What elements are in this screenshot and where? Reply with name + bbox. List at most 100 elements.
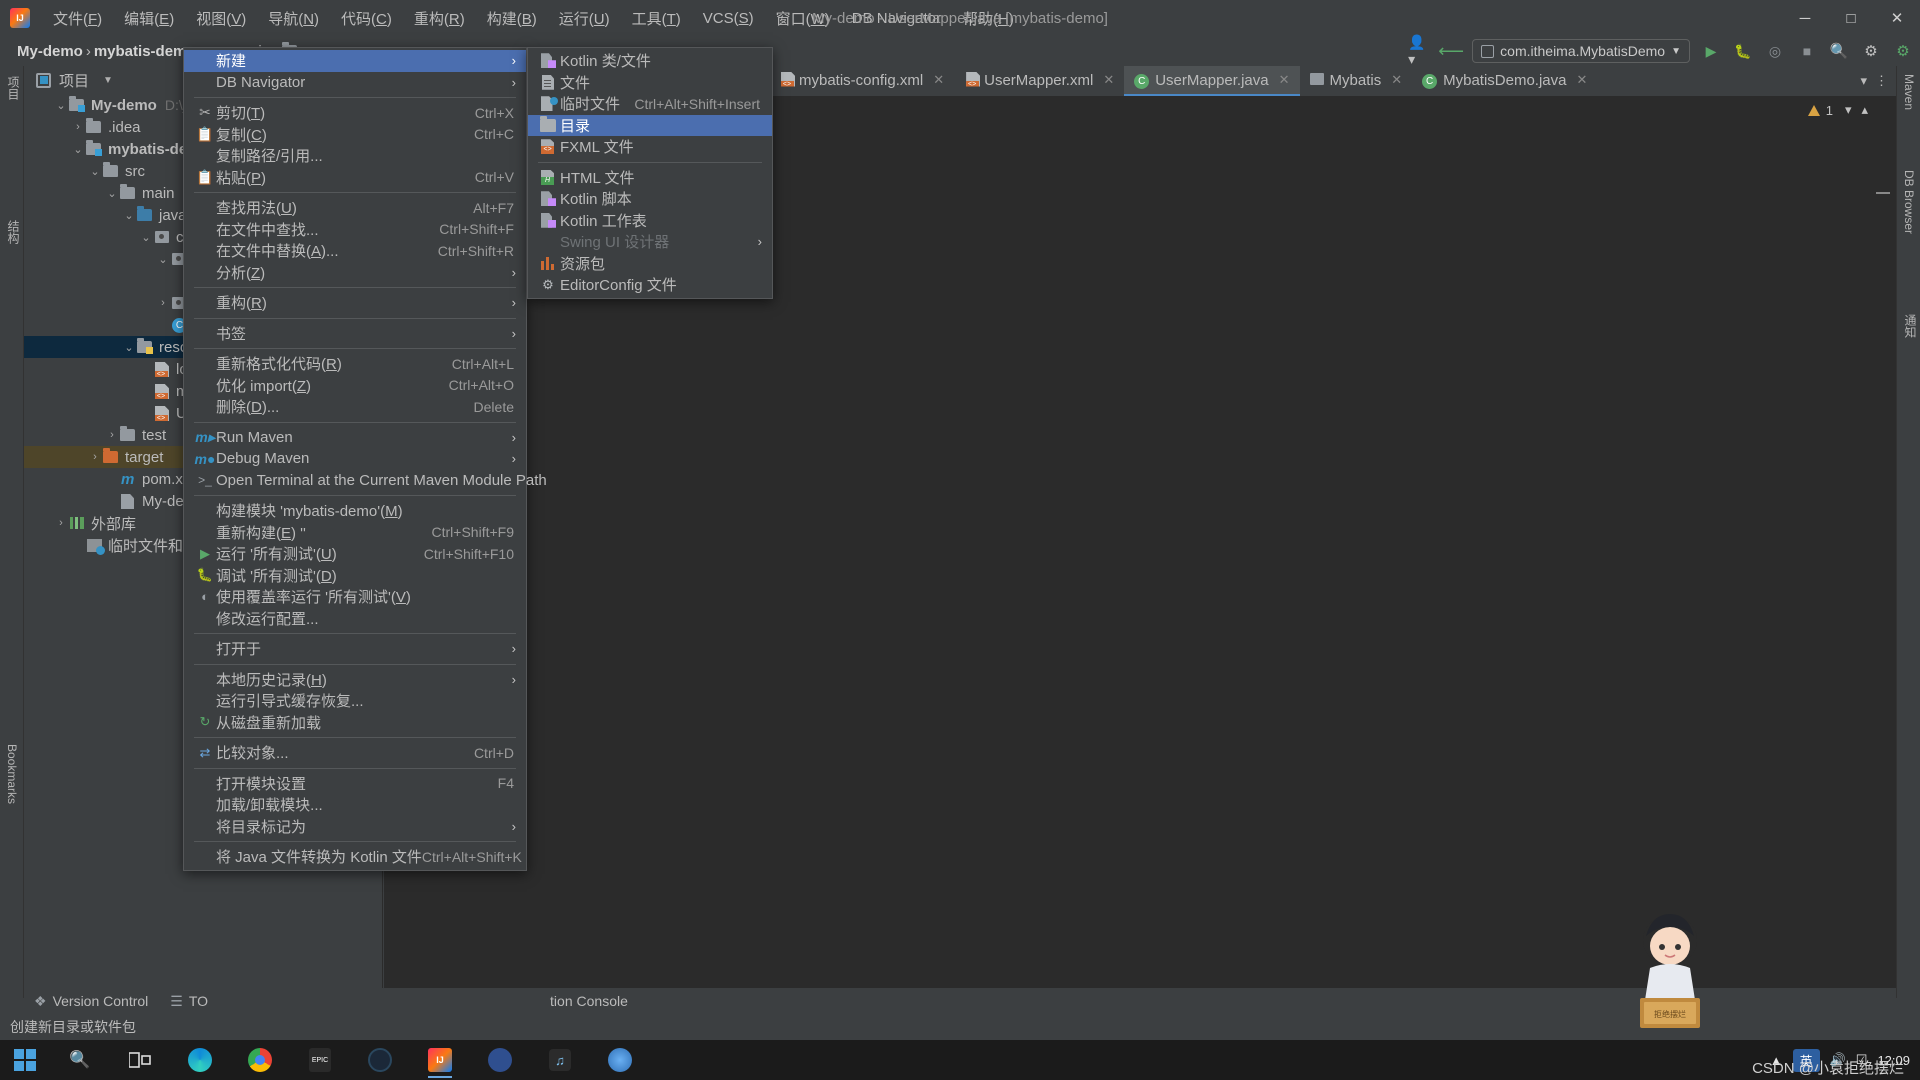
editor-tab-Mybatis[interactable]: Mybatis ✕ (1300, 66, 1413, 96)
windows-taskbar[interactable]: 🔍 EPIC IJ ♫ ▲ 英 🔊 ☑ 12:09 CSDN @小袁拒绝摆烂 (0, 1040, 1920, 1080)
menu-item-新建[interactable]: 新建 › (184, 50, 526, 72)
context-menu[interactable]: 新建 › DB Navigator › ✂ 剪切(T) Ctrl+X 📋 复制(C) Ctrl+C… (183, 47, 547, 871)
menu-item-将Java文件转换为Kotlin文件[interactable]: 将 Java 文件转换为 Kotlin 文件 Ctrl+Alt+Shift+K (184, 846, 526, 868)
menu-6[interactable]: 构建(B) (476, 3, 548, 34)
menu-item-FXML文件[interactable]: <> FXML 文件 (528, 136, 772, 158)
tab-close-icon[interactable]: ✕ (1577, 72, 1588, 88)
taskbar-search-icon[interactable]: 🔍 (50, 1040, 110, 1080)
main-menu-bar[interactable]: 文件(F) 编辑(E) 视图(V) 导航(N) 代码(C) 重构(R) 构建(B) 运行(U)… (42, 3, 1025, 34)
stripe-button-structure[interactable]: 结构 (5, 220, 22, 244)
stripe-button-maven[interactable]: Maven (1902, 74, 1916, 110)
menu-8[interactable]: 工具(T) (621, 3, 692, 34)
menu-7[interactable]: 运行(U) (548, 3, 621, 34)
tree-expand-arrow[interactable]: ⌄ (156, 253, 170, 266)
menu-item-修改运行配置[interactable]: 修改运行配置... (184, 608, 526, 630)
chevron-down-icon[interactable]: ▼ (103, 75, 113, 86)
stripe-button-notifications[interactable]: 通知 (1902, 314, 1919, 338)
menu-item-资源包[interactable]: 资源包 (528, 253, 772, 275)
more-options-icon[interactable]: ⋮ (1875, 73, 1888, 89)
close-button[interactable]: ✕ (1874, 0, 1920, 36)
taskbar-taskview-icon[interactable] (110, 1040, 170, 1080)
chevron-down-icon[interactable]: ▾ (1860, 73, 1867, 89)
menu-item-书签[interactable]: 书签 › (184, 323, 526, 345)
menu-item-重新构建Edefault[interactable]: 重新构建(E) '' Ctrl+Shift+F9 (184, 522, 526, 544)
taskbar-app-icon-3[interactable] (590, 1040, 650, 1080)
chevron-down-icon[interactable]: ▼ (1671, 46, 1681, 57)
tab-close-icon[interactable]: ✕ (1391, 72, 1402, 88)
tab-close-icon[interactable]: ✕ (933, 72, 944, 88)
menu-item-调试所有测试D[interactable]: 🐛 调试 '所有测试'(D) (184, 565, 526, 587)
tree-expand-arrow[interactable]: › (105, 429, 119, 441)
tree-expand-arrow[interactable]: › (88, 451, 102, 463)
menu-9[interactable]: VCS(S) (692, 5, 765, 32)
menu-0[interactable]: 文件(F) (42, 3, 113, 34)
tab-close-icon[interactable]: ✕ (1103, 72, 1114, 88)
menu-2[interactable]: 视图(V) (185, 3, 257, 34)
menu-10[interactable]: 窗口(W) (765, 3, 841, 34)
menu-item-DebugMaven[interactable]: m● Debug Maven › (184, 448, 526, 470)
coverage-button[interactable]: ◎ (1764, 40, 1786, 62)
menu-item-复制路径引用[interactable]: 复制路径/引用... (184, 145, 526, 167)
menu-item-临时文件[interactable]: 临时文件 Ctrl+Alt+Shift+Insert (528, 93, 772, 115)
vcs-update-icon[interactable]: ⟵ (1438, 40, 1464, 62)
menu-item-比较对象[interactable]: ⇄ 比较对象... Ctrl+D (184, 742, 526, 764)
tree-expand-arrow[interactable]: › (156, 297, 170, 309)
tree-expand-arrow[interactable]: › (54, 517, 68, 529)
menu-item-目录[interactable]: 目录 (528, 114, 772, 136)
menu-item-构建模块mybatis-demoM[interactable]: 构建模块 'mybatis-demo'(M) (184, 500, 526, 522)
editor-tab-UserMapper.java[interactable]: C UserMapper.java ✕ (1124, 66, 1300, 96)
taskbar-intellij-icon[interactable]: IJ (410, 1040, 470, 1080)
menu-item-删除D[interactable]: 删除(D)... Delete (184, 396, 526, 418)
tree-expand-arrow[interactable]: ⌄ (105, 187, 119, 200)
inspection-widget[interactable]: 1 ▾ ▴ (1807, 102, 1868, 118)
right-tool-stripe[interactable]: Maven DB Browser 通知 (1896, 66, 1920, 998)
menu-item-使用覆盖率运行所有测试V[interactable]: ◐ 使用覆盖率运行 '所有测试'(V) (184, 586, 526, 608)
new-submenu[interactable]: Kotlin 类/文件 文件 临时文件 Ctrl+Alt+Shift+Insert 目录… (527, 47, 773, 299)
tree-expand-arrow[interactable]: ⌄ (122, 209, 136, 222)
tree-expand-arrow[interactable]: ⌄ (139, 231, 153, 244)
editor-tab-MybatisDemo.java[interactable]: C MybatisDemo.java ✕ (1412, 66, 1597, 96)
editor-tab-UserMapper.xml[interactable]: UserMapper.xml ✕ (954, 66, 1124, 96)
left-tool-stripe[interactable]: 项目 结构 Bookmarks (0, 66, 24, 998)
menu-item-DBNavigator[interactable]: DB Navigator › (184, 72, 526, 94)
menu-item-复制C[interactable]: 📋 复制(C) Ctrl+C (184, 124, 526, 146)
menu-item-剪切T[interactable]: ✂ 剪切(T) Ctrl+X (184, 102, 526, 124)
bottom-button-console[interactable]: tion Console (550, 993, 628, 1009)
minimize-button[interactable]: ─ (1782, 0, 1828, 36)
menu-item-从磁盘重新加载[interactable]: ↻ 从磁盘重新加载 (184, 712, 526, 734)
tree-expand-arrow[interactable]: ⌄ (71, 143, 85, 156)
breadcrumb-item-0[interactable]: My-demo (14, 43, 86, 60)
menu-item-重新格式化代码R[interactable]: 重新格式化代码(R) Ctrl+Alt+L (184, 353, 526, 375)
menu-item-文件[interactable]: 文件 (528, 72, 772, 94)
menu-item-RunMaven[interactable]: m▸ Run Maven › (184, 427, 526, 449)
run-configuration-selector[interactable]: com.itheima.MybatisDemo ▼ (1472, 39, 1690, 63)
chevron-up-icon[interactable]: ▴ (1861, 102, 1868, 118)
menu-4[interactable]: 代码(C) (330, 3, 403, 34)
menu-item-Kotlin脚本[interactable]: Kotlin 脚本 (528, 188, 772, 210)
tree-expand-arrow[interactable]: › (71, 121, 85, 133)
taskbar-app-icon-2[interactable]: ♫ (530, 1040, 590, 1080)
menu-item-EditorConfig文件[interactable]: ⚙ EditorConfig 文件 (528, 274, 772, 296)
menu-3[interactable]: 导航(N) (257, 3, 330, 34)
menu-item-优化importZ[interactable]: 优化 import(Z) Ctrl+Alt+O (184, 375, 526, 397)
menu-11[interactable]: DB Navigator (841, 5, 952, 32)
bottom-button-version-control[interactable]: ❖ Version Control (34, 993, 148, 1010)
taskbar-app-icon-1[interactable] (470, 1040, 530, 1080)
settings-gear-icon[interactable]: ⚙ (1860, 40, 1882, 62)
run-button[interactable]: ▶ (1700, 40, 1722, 62)
stripe-button-bookmarks[interactable]: Bookmarks (5, 744, 19, 804)
start-button[interactable] (0, 1040, 50, 1080)
chevron-down-icon[interactable]: ▾ (1845, 102, 1852, 118)
menu-item-打开模块设置[interactable]: 打开模块设置 F4 (184, 773, 526, 795)
menu-item-HTML文件[interactable]: H HTML 文件 (528, 167, 772, 189)
updates-icon[interactable]: ⚙ (1892, 40, 1914, 62)
debug-button[interactable]: 🐛 (1732, 40, 1754, 62)
navbar-right-toolbar[interactable]: 👤▾ ⟵ com.itheima.MybatisDemo ▼ ▶ 🐛 ◎ ■ 🔍… (1408, 34, 1914, 67)
menu-item-在文件中替换A[interactable]: 在文件中替换(A)... Ctrl+Shift+R (184, 240, 526, 262)
menu-item-本地历史记录H[interactable]: 本地历史记录(H) › (184, 669, 526, 691)
tree-expand-arrow[interactable]: ⌄ (54, 99, 68, 112)
menu-item-打开于[interactable]: 打开于 › (184, 638, 526, 660)
tree-expand-arrow[interactable]: ⌄ (122, 341, 136, 354)
search-icon[interactable]: 🔍 (1828, 40, 1850, 62)
tree-expand-arrow[interactable]: ⌄ (88, 165, 102, 178)
